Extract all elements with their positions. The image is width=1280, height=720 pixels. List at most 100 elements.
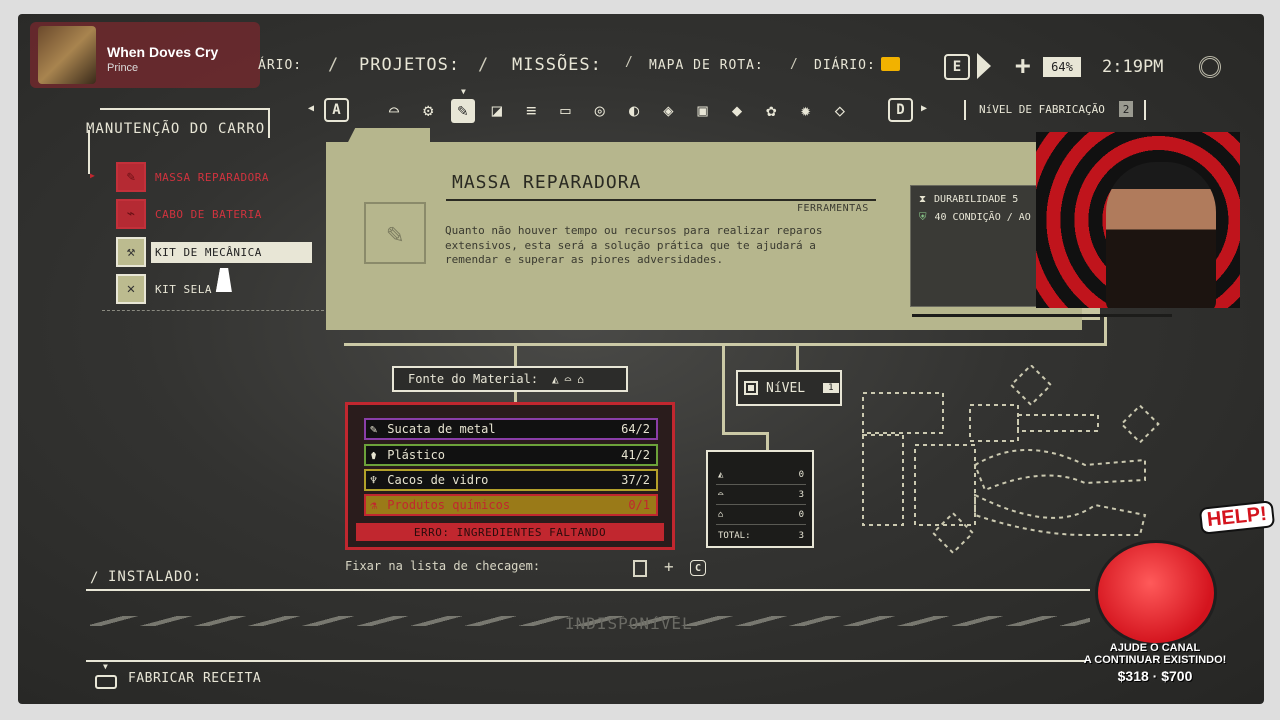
sidebar-title: MANUTENÇÃO DO CARRO — [86, 121, 266, 137]
tab-mapa-de-rota[interactable]: MAPA DE ROTA: — [649, 58, 764, 73]
divider — [716, 484, 806, 485]
mechanic-kit-icon: ⚒ — [116, 237, 146, 267]
panel-bottom-line — [344, 343, 1106, 346]
album-art — [38, 26, 96, 84]
settings-gear-icon[interactable]: ✹ — [794, 99, 818, 123]
stats-underline — [912, 314, 1172, 317]
ingredient-name: Cacos de vidro — [387, 473, 489, 487]
stat-durability: ⧗ DURABILIDADE 5 — [919, 194, 1018, 205]
title-underline — [446, 199, 876, 201]
installed-slash: / — [90, 570, 99, 586]
ingredient-name: Sucata de metal — [387, 422, 496, 436]
engine-icon[interactable]: ◆ — [725, 99, 749, 123]
fabrication-level-label: NíVEL DE FABRICAÇÃO — [979, 103, 1105, 116]
source-icons: ◭ ⌓ ⌂ — [552, 373, 584, 386]
plant-icon[interactable]: ✿ — [759, 99, 783, 123]
totals-box: ◭ 0 ⌓ 3 ⌂ 0 TOTAL: 3 — [706, 450, 814, 548]
down-arrow-icon: ▼ — [103, 662, 108, 671]
clipboard-icon[interactable] — [633, 560, 647, 577]
ingredient-qty: 41/2 — [621, 448, 650, 462]
bottle-icon: ⚱ — [370, 448, 378, 462]
car-body-icon[interactable]: ⌓ — [382, 99, 406, 123]
totals-value: 3 — [798, 531, 804, 541]
tab-diario[interactable]: DIÁRIO: — [814, 58, 876, 73]
seat-icon[interactable]: ◪ — [485, 99, 509, 123]
donation-line: A CONTINUAR EXISTINDO! — [1083, 654, 1227, 666]
tool-icon[interactable]: ✎ — [450, 99, 475, 123]
donation-text: AJUDE O CANAL A CONTINUAR EXISTINDO! — [1080, 642, 1230, 666]
donation-line: AJUDE O CANAL — [1109, 642, 1201, 654]
item-stats-box: ⧗ DURABILIDADE 5 ⛨ 40 CONDIÇÃO / AO — [910, 185, 1040, 307]
tab-inventario-partial[interactable]: ÁRIO: — [258, 58, 302, 73]
separator: / — [328, 55, 339, 75]
separator: / — [625, 55, 633, 70]
space-key-icon — [95, 675, 117, 689]
prev-arrow-icon[interactable]: ◀ — [308, 103, 314, 114]
ingredient-qty: 37/2 — [621, 473, 650, 487]
category-icon-row: ⌓ ⚙ ✎ ◪ ≡ ▭ ◎ ◐ ◈ ▣ ◆ ✿ ✹ ◇ — [382, 99, 852, 123]
fabrication-level-value: 2 — [1119, 101, 1133, 117]
health-percent: 64% — [1043, 57, 1081, 77]
sidebar-item-kit-de-mecanica[interactable]: ⚒ KIT DE MECÂNICA — [116, 237, 312, 267]
stat-text: DURABILIDADE 5 — [934, 194, 1019, 205]
gears-icon[interactable]: ⚙ — [416, 99, 440, 123]
cable-icon: ⌁ — [116, 199, 146, 229]
clock: 2:19PM — [1102, 57, 1164, 77]
ingredient-name: Plástico — [387, 448, 446, 462]
connector — [796, 346, 799, 372]
headlight-icon[interactable]: ◐ — [622, 99, 646, 123]
ingredient-row: ♆ Cacos de vidro 37/2 — [364, 469, 658, 491]
webcam-overlay — [1036, 132, 1240, 308]
sidebar-divider — [102, 310, 324, 311]
ingredient-name: Produtos químicos — [387, 498, 511, 512]
sidebar-item-label: MASSA REPARADORA — [155, 170, 269, 184]
schematic-shape — [974, 493, 1147, 536]
add-icon[interactable]: + — [664, 557, 674, 576]
key-a-hint: A — [324, 98, 349, 122]
divider — [716, 524, 806, 525]
footer-line — [86, 660, 1090, 662]
error-message: ERRO: INGREDIENTES FALTANDO — [356, 523, 664, 541]
diamond-icon[interactable]: ◇ — [828, 99, 852, 123]
totals-value: 3 — [798, 490, 804, 500]
box-icon[interactable]: ◈ — [656, 99, 680, 123]
level-square-icon — [744, 381, 758, 395]
sidebar-item-cabo-de-bateria[interactable]: ⌁ CABO DE BATERIA — [116, 199, 262, 229]
ingredient-row-missing: ⚗ Produtos químicos 0/1 — [364, 494, 658, 516]
item-description: Quanto não houver tempo ou recursos para… — [445, 224, 823, 266]
schematic-shape — [931, 511, 975, 555]
level-box: NíVEL 1 — [736, 370, 842, 406]
divider — [716, 504, 806, 505]
material-source-label: Fonte do Material: — [408, 372, 539, 386]
schematic-shape — [862, 434, 904, 526]
connector — [722, 346, 725, 434]
schematic-drawing — [862, 365, 1160, 555]
glass-icon: ♆ — [370, 473, 378, 487]
tab-missoes[interactable]: MISSÕES: — [512, 55, 602, 75]
bag-icon: ◭ — [552, 372, 559, 386]
totals-total-row: TOTAL: 3 — [718, 531, 804, 541]
schematic-shape — [1017, 414, 1099, 432]
battery-tray-icon[interactable]: ▭ — [553, 99, 577, 123]
sidebar-item-massa-reparadora[interactable]: ✎ MASSA REPARADORA — [116, 162, 269, 192]
totals-label: TOTAL: — [718, 531, 751, 541]
bag-icon: ◭ — [718, 470, 724, 480]
tire-icon[interactable]: ◎ — [588, 99, 612, 123]
coins-icon — [1199, 56, 1221, 78]
totals-value: 0 — [798, 510, 804, 520]
battery-icon[interactable]: ▣ — [691, 99, 715, 123]
ingredient-qty: 0/1 — [628, 498, 650, 512]
tab-projetos[interactable]: PROJETOS: — [359, 55, 460, 75]
ingredient-qty: 64/2 — [621, 422, 650, 436]
sidebar-item-label: CABO DE BATERIA — [155, 207, 262, 221]
streamer-face — [1106, 162, 1216, 308]
mail-icon[interactable] — [881, 57, 900, 71]
car-icon: ⌓ — [718, 490, 724, 500]
item-icon-putty: ✎ — [364, 202, 426, 264]
next-arrow-icon[interactable]: ▶ — [921, 103, 927, 114]
installed-label: INSTALADO: — [108, 569, 203, 585]
key-d-hint: D — [888, 98, 913, 122]
sidebar-item-kit-selante[interactable]: ✕ KIT SELA — [116, 274, 212, 304]
ramp-icon[interactable]: ≡ — [519, 99, 543, 123]
craft-recipe-button[interactable]: FABRICAR RECEITA — [128, 671, 261, 686]
